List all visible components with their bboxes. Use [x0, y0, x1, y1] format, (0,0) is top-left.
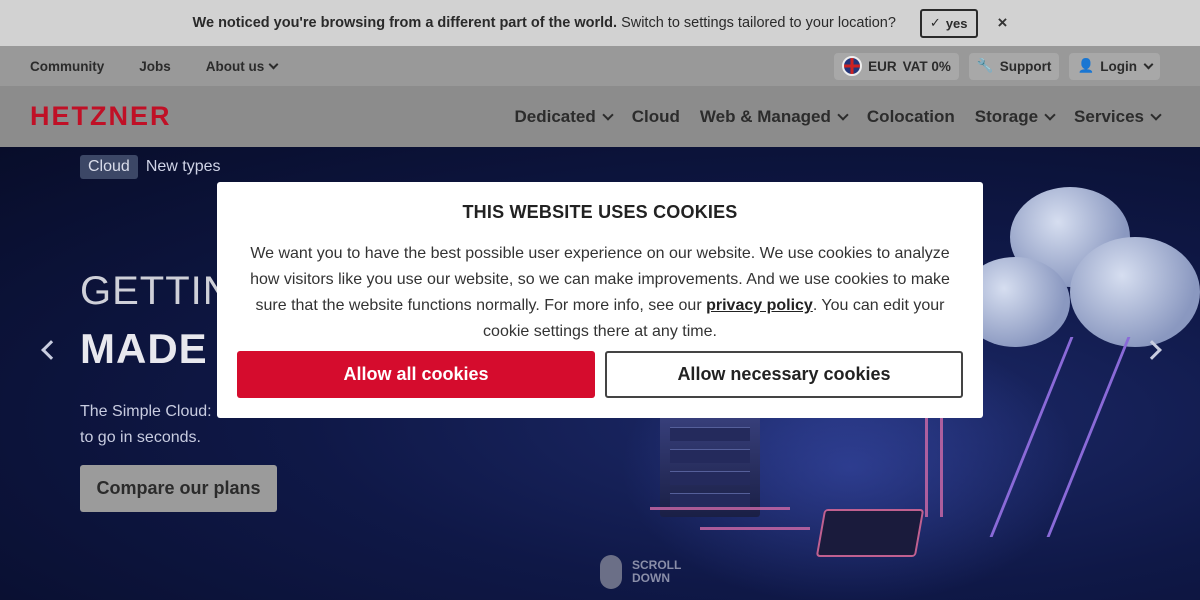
- mouse-icon: [600, 555, 622, 589]
- user-icon: 👤: [1077, 58, 1095, 73]
- nav-label: Services: [1074, 106, 1144, 126]
- hero-lead-line2: to go in seconds.: [80, 429, 201, 446]
- chevron-down-icon: [1044, 108, 1056, 121]
- chevron-down-icon: [837, 108, 849, 121]
- about-us-menu[interactable]: About us: [205, 58, 279, 74]
- community-link[interactable]: Community: [30, 59, 104, 74]
- privacy-policy-link[interactable]: privacy policy: [706, 297, 813, 314]
- nav-label: Cloud: [631, 106, 680, 126]
- uk-flag-icon: [842, 56, 863, 76]
- circuit-wire: [925, 417, 928, 517]
- nav-item-colocation[interactable]: Colocation: [867, 107, 955, 127]
- nav-label: Storage: [974, 106, 1039, 126]
- nav-item-cloud[interactable]: Cloud: [632, 107, 680, 127]
- currency-label: EUR: [868, 58, 897, 74]
- login-menu[interactable]: 👤 Login: [1069, 52, 1160, 80]
- nav-label: Dedicated: [514, 106, 596, 126]
- nav-item-services[interactable]: Services: [1074, 106, 1162, 127]
- nav-label: Web & Managed: [699, 106, 831, 126]
- scroll-down-label: SCROLL DOWN: [632, 559, 681, 585]
- circuit-wire: [940, 417, 943, 517]
- cookie-consent-dialog: THIS WEBSITE USES COOKIES We want you to…: [217, 182, 983, 418]
- badge-text: New types: [145, 158, 221, 175]
- check-icon: ✓: [929, 15, 941, 30]
- cookie-dialog-title: THIS WEBSITE USES COOKIES: [462, 202, 738, 222]
- accept-location-label: yes: [945, 15, 968, 31]
- scroll-down-indicator[interactable]: SCROLL DOWN: [600, 555, 681, 589]
- accept-location-button[interactable]: ✓ yes: [919, 8, 978, 38]
- allow-necessary-cookies-button[interactable]: Allow necessary cookies: [605, 351, 963, 398]
- nav-label: Colocation: [866, 106, 955, 126]
- chevron-down-icon: [602, 108, 614, 121]
- chip-illustration: [815, 509, 925, 557]
- hero-badge: Cloud New types: [80, 155, 221, 179]
- wrench-icon: 🔧: [976, 58, 994, 73]
- jobs-link[interactable]: Jobs: [139, 59, 171, 74]
- location-notice-bar: We noticed you're browsing from a differ…: [0, 0, 1200, 46]
- allow-all-cookies-button[interactable]: Allow all cookies: [237, 351, 595, 398]
- carousel-prev-icon[interactable]: [41, 340, 61, 360]
- circuit-wire: [650, 507, 790, 510]
- nav-item-storage[interactable]: Storage: [974, 106, 1056, 127]
- notice-question: Switch to settings tailored to your loca…: [621, 15, 896, 31]
- server-illustration: [660, 407, 760, 517]
- notice-message: We noticed you're browsing from a differ…: [192, 15, 618, 31]
- hero-lead-line1: The Simple Cloud:: [80, 403, 212, 420]
- support-link[interactable]: 🔧 Support: [968, 52, 1060, 80]
- support-label: Support: [999, 58, 1052, 74]
- cloud-tag: Cloud: [80, 155, 138, 179]
- main-navigation: HETZNER Dedicated Cloud Web & Managed Co…: [0, 86, 1200, 147]
- chevron-down-icon: [268, 59, 279, 69]
- hero-heading-line2: MADE: [80, 325, 208, 372]
- chevron-down-icon: [1150, 108, 1162, 121]
- circuit-wire: [700, 527, 810, 530]
- vat-label: VAT 0%: [902, 58, 951, 74]
- top-meta-bar: Community Jobs About us EUR VAT 0% 🔧 Sup…: [0, 46, 1200, 86]
- nav-item-dedicated[interactable]: Dedicated: [514, 106, 614, 127]
- close-icon[interactable]: ×: [998, 13, 1008, 33]
- locale-selector[interactable]: EUR VAT 0%: [834, 52, 959, 80]
- about-us-label: About us: [205, 58, 265, 74]
- login-label: Login: [1100, 58, 1137, 74]
- chevron-down-icon: [1143, 59, 1154, 69]
- hero-lead: The Simple Cloud: to go in seconds.: [80, 399, 212, 451]
- compare-plans-button[interactable]: Compare our plans: [80, 465, 277, 512]
- cookie-dialog-text: We want you to have the best possible us…: [237, 241, 963, 345]
- hero-heading-line1: GETTIN: [80, 269, 233, 313]
- hetzner-logo[interactable]: HETZNER: [30, 101, 172, 132]
- scroll-label-line2: DOWN: [632, 571, 670, 585]
- nav-item-web-managed[interactable]: Web & Managed: [699, 106, 849, 127]
- cloud-illustration: [1070, 237, 1200, 347]
